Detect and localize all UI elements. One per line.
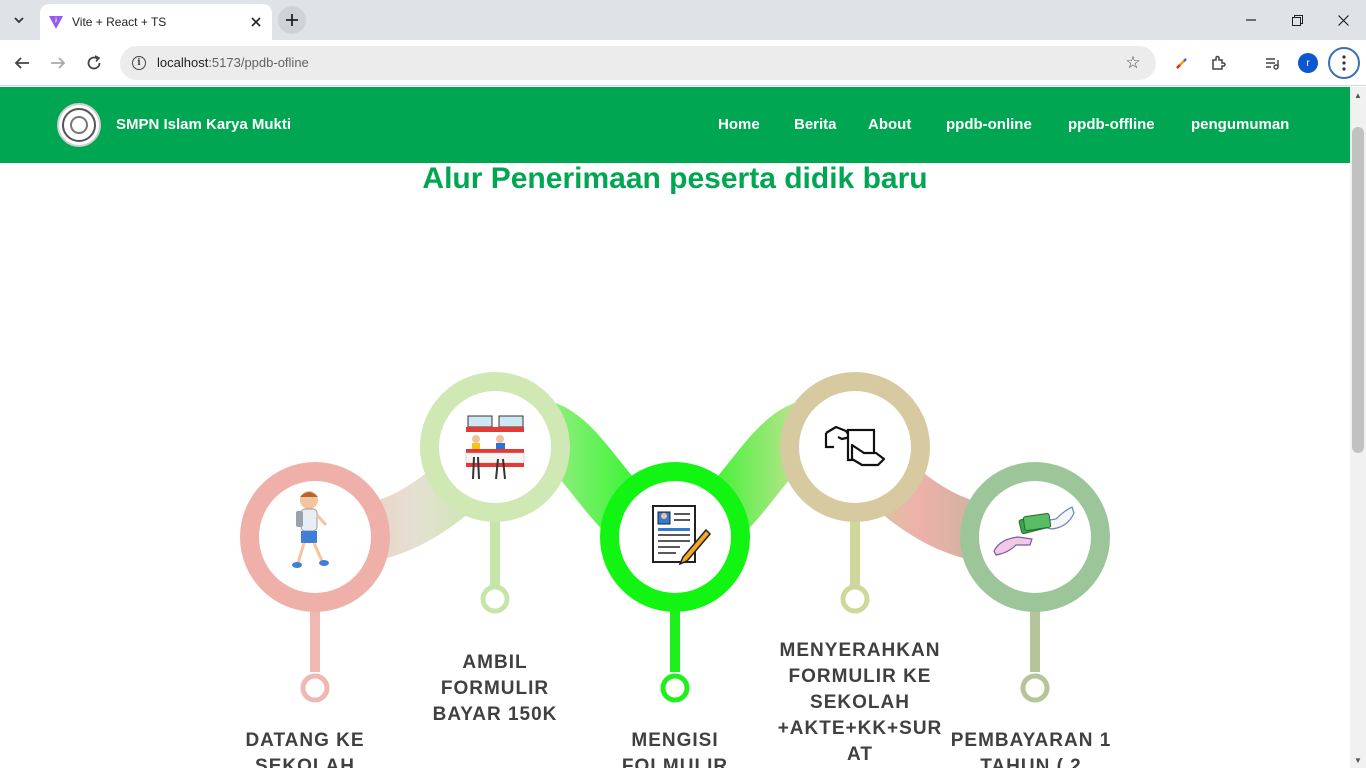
step-label-1: DATANG KE SEKOLAH <box>245 730 365 768</box>
back-icon <box>14 57 29 69</box>
url-path: :5173/ppdb-ofline <box>208 55 309 70</box>
step-label-5: PEMBAYARAN 1 TAHUN ( 2 <box>950 730 1112 768</box>
vite-favicon-icon <box>48 14 64 30</box>
page-viewport: SMPN Islam Karya Mukti Home Berita About… <box>0 87 1350 768</box>
tab-close-button[interactable] <box>246 12 266 32</box>
browser-window: Vite + React + TS i localhost:5173/ppdb-… <box>0 0 1366 768</box>
chevron-down-icon <box>14 17 24 24</box>
page-scrollbar[interactable]: ▲ ▼ <box>1350 87 1366 768</box>
step-dot <box>1020 673 1050 703</box>
scrollbar-thumb[interactable] <box>1352 127 1364 453</box>
minimize-icon <box>1246 19 1256 21</box>
close-window-button[interactable] <box>1320 0 1366 40</box>
close-icon <box>251 17 261 27</box>
step-dot <box>300 673 330 703</box>
reload-button[interactable] <box>80 49 108 77</box>
more-menu-icon[interactable] <box>1328 47 1360 79</box>
tab-title: Vite + React + TS <box>72 15 167 29</box>
edit-pen-icon[interactable] <box>1170 51 1194 75</box>
close-icon <box>1337 14 1349 26</box>
scroll-down-arrow-icon[interactable]: ▼ <box>1350 752 1366 768</box>
step-dot <box>660 673 690 703</box>
forward-button[interactable] <box>44 49 72 77</box>
forward-icon <box>51 57 66 69</box>
step-label-2: AMBIL FORMULIR BAYAR 150K <box>432 652 558 725</box>
plus-icon <box>286 14 298 26</box>
step-disc <box>979 481 1091 593</box>
minimize-button[interactable] <box>1228 0 1274 40</box>
new-tab-button[interactable] <box>278 6 306 34</box>
address-bar[interactable]: i localhost:5173/ppdb-ofline ☆ <box>120 46 1156 80</box>
scroll-up-arrow-icon[interactable]: ▲ <box>1350 87 1366 103</box>
step-label-3: MENGISI FOLMULIR <box>621 730 729 768</box>
step-label-4: MENYERAHKAN FORMULIR KE SEKOLAH +AKTE+KK… <box>777 640 943 765</box>
tab-strip: Vite + React + TS <box>0 0 1366 40</box>
media-queue-icon[interactable] <box>1260 51 1284 75</box>
restore-button[interactable] <box>1274 0 1320 40</box>
site-info-icon[interactable]: i <box>128 52 150 74</box>
tab-search-button[interactable] <box>6 7 32 33</box>
step-disc <box>439 391 551 503</box>
bookmark-star-icon[interactable]: ☆ <box>1122 52 1144 74</box>
browser-toolbar: i localhost:5173/ppdb-ofline ☆ <box>0 40 1366 86</box>
browser-tab-active[interactable]: Vite + React + TS <box>40 4 272 40</box>
step-dot <box>840 584 870 614</box>
url-host: localhost <box>157 55 209 70</box>
reload-icon <box>87 55 101 70</box>
back-button[interactable] <box>8 49 36 77</box>
restore-icon <box>1291 14 1303 26</box>
ppdb-flow-infographic <box>240 372 1110 703</box>
url-text[interactable]: localhost:5173/ppdb-ofline <box>157 55 309 70</box>
profile-avatar[interactable]: r <box>1298 53 1318 73</box>
step-dot <box>480 584 510 614</box>
extensions-icon[interactable] <box>1206 51 1230 75</box>
